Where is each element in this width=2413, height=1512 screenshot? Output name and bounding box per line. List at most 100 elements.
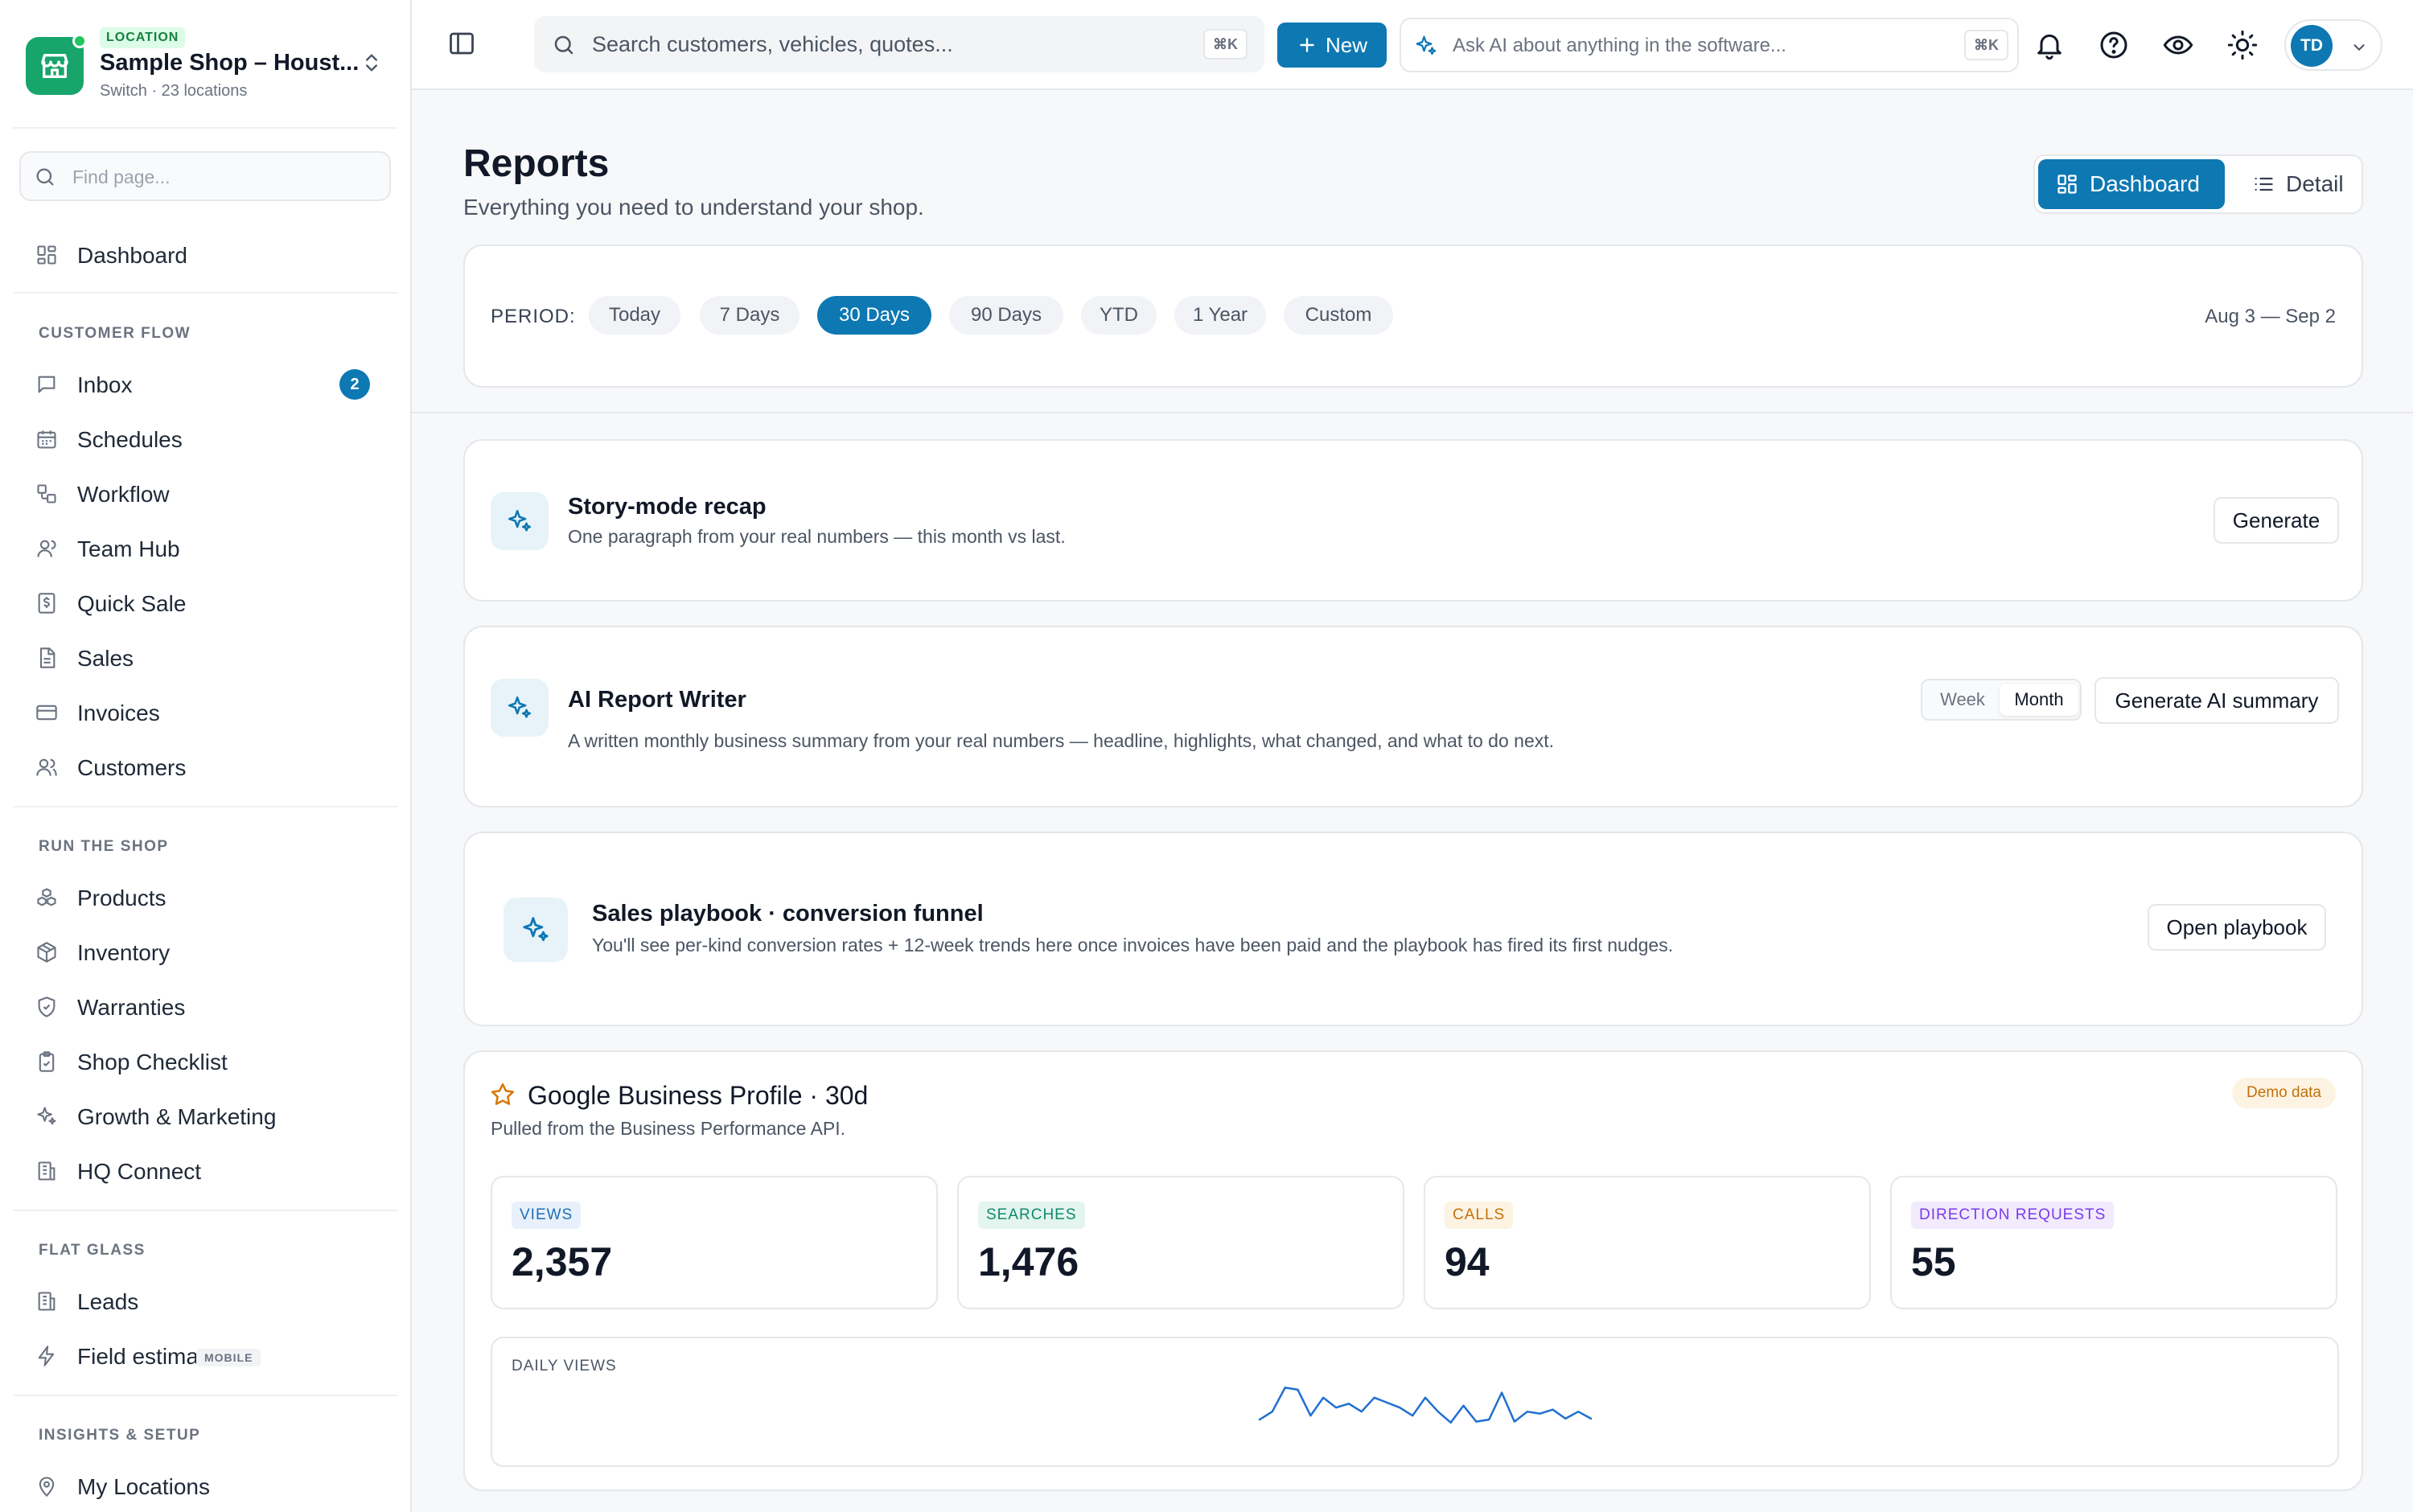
sidebar-item-dashboard[interactable]: Dashboard: [19, 232, 391, 278]
plus-icon: [1300, 38, 1314, 52]
sidebar-item-shop-checklist[interactable]: Shop Checklist: [19, 1038, 391, 1085]
metric-card-views: VIEWS 2,357: [491, 1176, 938, 1309]
section-heading: CUSTOMER FLOW: [39, 325, 191, 342]
ask-ai-input[interactable]: Ask AI about anything in the software...…: [1400, 18, 2019, 72]
online-status-dot: [72, 34, 87, 48]
metric-value: 94: [1445, 1239, 1490, 1284]
sidebar-item-sales[interactable]: Sales: [19, 635, 391, 681]
sidebar-item-my-locations[interactable]: My Locations: [19, 1463, 391, 1510]
user-menu[interactable]: TD: [2284, 19, 2382, 71]
playbook-title: Sales playbook · conversion funnel: [592, 901, 984, 927]
sidebar-item-label: HQ Connect: [77, 1159, 202, 1184]
sidebar-item-label: Shop Checklist: [77, 1050, 228, 1074]
metric-card-direction-requests: DIRECTION REQUESTS 55: [1890, 1176, 2337, 1309]
location-badge: LOCATION: [100, 27, 186, 48]
eye-icon[interactable]: [2162, 29, 2194, 61]
divider: [13, 1395, 397, 1396]
bell-icon[interactable]: [2033, 29, 2066, 61]
sidebar-item-growth-marketing[interactable]: Growth & Marketing: [19, 1093, 391, 1140]
global-search-input[interactable]: Search customers, vehicles, quotes... ⌘K: [534, 16, 1264, 72]
sidebar-item-workflow[interactable]: Workflow: [19, 470, 391, 517]
sidebar-item-warranties[interactable]: Warranties: [19, 984, 391, 1030]
divider: [13, 806, 397, 807]
recap-title: Story-mode recap: [568, 494, 767, 520]
period-pill-30-days[interactable]: 30 Days: [817, 296, 931, 335]
credit-card-icon: [35, 701, 58, 724]
new-button-label: New: [1325, 32, 1367, 57]
list-icon: [2255, 177, 2273, 191]
sidebar-item-hq-connect[interactable]: HQ Connect: [19, 1148, 391, 1194]
section-heading: FLAT GLASS: [39, 1242, 146, 1259]
new-button[interactable]: New: [1277, 23, 1387, 68]
generate-recap-button[interactable]: Generate: [2214, 497, 2339, 544]
metric-value: 1,476: [978, 1239, 1079, 1284]
shield-check-icon: [35, 996, 58, 1018]
metric-label: VIEWS: [512, 1202, 582, 1229]
metric-label: DIRECTION REQUESTS: [1911, 1202, 2115, 1229]
metric-label: SEARCHES: [978, 1202, 1085, 1229]
divider: [13, 1210, 397, 1211]
ai-shortcut-hint: ⌘K: [1964, 30, 2008, 60]
clipboard-check-icon: [35, 1050, 58, 1073]
sidebar-item-invoices[interactable]: Invoices: [19, 689, 391, 736]
period-pill-today[interactable]: Today: [589, 296, 680, 335]
help-icon[interactable]: [2098, 29, 2130, 61]
building-icon: [35, 1160, 58, 1182]
calendar-icon: [35, 428, 58, 450]
daily-views-sparkline: [1258, 1387, 1593, 1424]
sun-icon[interactable]: [2226, 29, 2259, 61]
metric-card-searches: SEARCHES 1,476: [957, 1176, 1404, 1309]
sidebar-item-team-hub[interactable]: Team Hub: [19, 525, 391, 572]
period-pill-ytd[interactable]: YTD: [1081, 296, 1157, 335]
gbp-title: Google Business Profile · 30d: [528, 1081, 869, 1110]
divider: [13, 292, 397, 294]
period-pill-7-days[interactable]: 7 Days: [700, 296, 800, 335]
sidebar-item-label: Leads: [77, 1289, 139, 1314]
daily-views-chart: DAILY VIEWS: [491, 1337, 2339, 1467]
ai-report-writer-card: AI Report Writer A written monthly busin…: [463, 626, 2363, 807]
mobile-tag: MOBILE: [196, 1349, 261, 1366]
view-detail-button[interactable]: Detail: [2234, 159, 2362, 209]
location-switcher[interactable]: LOCATION Sample Shop – Houst... Switch ·…: [26, 24, 388, 105]
sidebar-item-label: Products: [77, 885, 166, 910]
generate-ai-summary-button[interactable]: Generate AI summary: [2094, 677, 2339, 724]
view-dashboard-button[interactable]: Dashboard: [2038, 159, 2225, 209]
sidebar-item-inventory[interactable]: Inventory: [19, 929, 391, 976]
inbox-icon: [35, 373, 58, 396]
chart-label: DAILY VIEWS: [512, 1358, 617, 1374]
toggle-week[interactable]: Week: [1926, 684, 2000, 716]
view-dashboard-label: Dashboard: [2090, 171, 2200, 196]
period-pill-90-days[interactable]: 90 Days: [949, 296, 1063, 335]
sidebar-item-label: My Locations: [77, 1474, 210, 1499]
playbook-subtitle: You'll see per-kind conversion rates + 1…: [592, 935, 1674, 955]
sidebar-toggle-icon[interactable]: [447, 29, 476, 58]
period-pill-custom[interactable]: Custom: [1284, 296, 1393, 335]
sidebar-item-leads[interactable]: Leads: [19, 1278, 391, 1325]
sparkles-icon: [491, 492, 549, 550]
search-icon: [34, 166, 56, 188]
sidebar-item-schedules[interactable]: Schedules: [19, 416, 391, 462]
writer-title: AI Report Writer: [568, 687, 746, 713]
sidebar-item-label: Customers: [77, 755, 187, 780]
user-icon: [35, 537, 58, 560]
find-page-input[interactable]: Find page...: [19, 151, 391, 201]
sidebar-item-label: Warranties: [77, 995, 186, 1020]
users-icon: [35, 756, 58, 779]
sidebar-item-field-estimator[interactable]: Field estimator MOBILE: [19, 1333, 391, 1379]
package-icon: [35, 941, 58, 963]
divider: [412, 412, 2413, 413]
sidebar-item-quick-sale[interactable]: Quick Sale: [19, 580, 391, 627]
sidebar-item-inbox[interactable]: Inbox 2: [19, 361, 391, 408]
location-name: Sample Shop – Houst...: [100, 50, 360, 76]
toggle-month[interactable]: Month: [2000, 684, 2078, 716]
section-heading: RUN THE SHOP: [39, 838, 169, 855]
sidebar-item-label: Dashboard: [77, 243, 187, 268]
chevron-down-icon: [2350, 39, 2368, 56]
open-playbook-button[interactable]: Open playbook: [2148, 904, 2326, 951]
sidebar-item-products[interactable]: Products: [19, 874, 391, 921]
dashboard-icon: [2057, 175, 2077, 194]
period-filter-card: PERIOD: Today 7 Days 30 Days 90 Days YTD…: [463, 244, 2363, 388]
page-subtitle: Everything you need to understand your s…: [463, 195, 924, 220]
sidebar-item-customers[interactable]: Customers: [19, 744, 391, 791]
period-pill-1-year[interactable]: 1 Year: [1174, 296, 1266, 335]
